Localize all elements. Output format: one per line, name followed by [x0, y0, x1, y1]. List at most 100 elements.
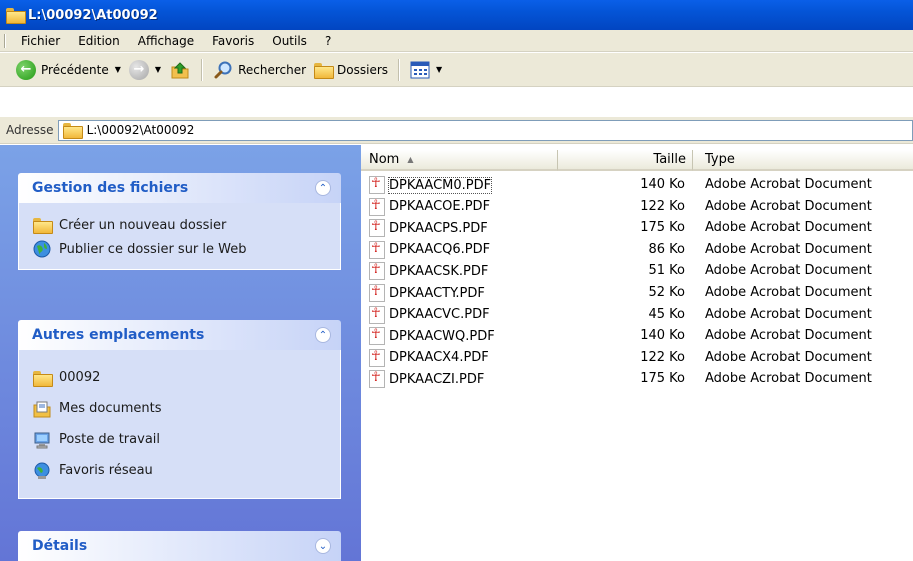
- expand-chevron-icon[interactable]: ⌄: [315, 538, 331, 554]
- menu-fichier[interactable]: Fichier: [12, 34, 69, 48]
- place-my-documents[interactable]: Mes documents: [33, 393, 330, 424]
- pdf-file-icon: [369, 348, 385, 367]
- file-size: 140 Ko: [640, 328, 685, 344]
- back-label: Précédente: [41, 62, 109, 77]
- up-folder-button[interactable]: [165, 57, 195, 83]
- task-new-folder[interactable]: Créer un nouveau dossier: [33, 213, 330, 237]
- folder-icon: [33, 370, 53, 387]
- column-header-type[interactable]: Type: [693, 150, 913, 171]
- details-header[interactable]: Détails ⌄: [18, 531, 341, 561]
- standard-toolbar: ← Précédente ▼ → ▼ Rechercher Dossiers ▼: [0, 53, 913, 87]
- folders-icon: [314, 62, 335, 79]
- place-my-documents-label: Mes documents: [59, 401, 162, 416]
- file-name: DPKAACQ6.PDF: [389, 242, 491, 258]
- address-bar: Adresse L:\00092\At00092: [0, 117, 913, 144]
- file-name-cell: DPKAACVC.PDF: [369, 305, 490, 324]
- search-icon: [214, 61, 232, 78]
- column-header-size[interactable]: Taille: [558, 150, 693, 171]
- other-places-title: Autres emplacements: [32, 327, 205, 343]
- file-name-cell: DPKAACZI.PDF: [369, 370, 485, 389]
- back-button[interactable]: ← Précédente ▼: [12, 57, 125, 83]
- place-00092[interactable]: 00092: [33, 362, 330, 393]
- network-icon: [34, 462, 50, 479]
- file-row[interactable]: DPKAACVC.PDF 45 Ko Adobe Acrobat Document: [361, 304, 913, 325]
- pdf-file-icon: [369, 176, 385, 194]
- collapse-chevron-icon[interactable]: ⌃: [315, 327, 331, 343]
- forward-button[interactable]: → ▼: [125, 57, 165, 83]
- file-row[interactable]: DPKAACWQ.PDF 140 Ko Adobe Acrobat Document: [361, 325, 913, 346]
- collapse-chevron-icon[interactable]: ⌃: [315, 180, 331, 196]
- folders-button[interactable]: Dossiers: [310, 57, 392, 83]
- file-size: 51 Ko: [648, 263, 685, 279]
- file-name: DPKAACVC.PDF: [389, 307, 490, 323]
- file-type: Adobe Acrobat Document: [705, 306, 872, 322]
- file-type: Adobe Acrobat Document: [705, 371, 872, 387]
- menu-help[interactable]: ?: [316, 34, 340, 48]
- file-name-cell: DPKAACQ6.PDF: [369, 240, 491, 259]
- toolbar-spacer: [0, 87, 913, 117]
- file-row[interactable]: DPKAACOE.PDF 122 Ko Adobe Acrobat Document: [361, 196, 913, 217]
- file-row[interactable]: DPKAACM0.PDF 140 Ko Adobe Acrobat Document: [361, 174, 913, 195]
- pdf-file-icon: [369, 197, 385, 216]
- pdf-file-icon: [369, 284, 385, 302]
- sort-ascending-icon: ▲: [407, 155, 414, 164]
- file-name: DPKAACPS.PDF: [389, 220, 488, 236]
- toolbar-separator: [201, 58, 204, 81]
- dropdown-arrow-icon[interactable]: ▼: [155, 65, 161, 74]
- file-size: 175 Ko: [640, 220, 685, 236]
- file-name: DPKAACZI.PDF: [389, 371, 485, 387]
- pdf-file-icon: [369, 327, 385, 346]
- file-tasks-body: Créer un nouveau dossier Publier ce doss…: [18, 203, 341, 270]
- globe-icon: [33, 240, 51, 258]
- file-row[interactable]: DPKAACZI.PDF 175 Ko Adobe Acrobat Document: [361, 368, 913, 389]
- toolbar-separator: [398, 58, 401, 81]
- column-type-label: Type: [705, 152, 735, 167]
- address-value: L:\00092\At00092: [86, 123, 195, 137]
- file-tasks-panel: Gestion des fichiers ⌃ Créer un nouveau …: [18, 173, 341, 270]
- menu-edition[interactable]: Edition: [69, 34, 129, 48]
- views-button[interactable]: ▼: [406, 57, 446, 83]
- menu-outils[interactable]: Outils: [263, 34, 316, 48]
- file-type: Adobe Acrobat Document: [705, 263, 872, 279]
- file-tasks-header[interactable]: Gestion des fichiers ⌃: [18, 173, 341, 203]
- file-size: 45 Ko: [648, 306, 685, 322]
- column-header-name[interactable]: Nom ▲: [361, 150, 558, 171]
- column-size-label: Taille: [653, 152, 686, 167]
- place-network[interactable]: Favoris réseau: [33, 455, 330, 486]
- other-places-header[interactable]: Autres emplacements ⌃: [18, 320, 341, 350]
- task-new-folder-label: Créer un nouveau dossier: [59, 217, 227, 233]
- file-row[interactable]: DPKAACSK.PDF 51 Ko Adobe Acrobat Document: [361, 260, 913, 281]
- file-row[interactable]: DPKAACX4.PDF 122 Ko Adobe Acrobat Document: [361, 347, 913, 368]
- menu-affichage[interactable]: Affichage: [129, 34, 203, 48]
- file-name-cell: DPKAACWQ.PDF: [369, 327, 495, 346]
- file-row[interactable]: DPKAACQ6.PDF 86 Ko Adobe Acrobat Document: [361, 239, 913, 260]
- window-title: L:\00092\At00092: [28, 7, 158, 23]
- place-00092-label: 00092: [59, 370, 101, 385]
- forward-arrow-icon: →: [128, 59, 149, 80]
- file-type: Adobe Acrobat Document: [705, 220, 872, 236]
- file-name-cell: DPKAACX4.PDF: [369, 348, 489, 367]
- menu-grip: [4, 34, 6, 48]
- new-folder-icon: [33, 218, 53, 234]
- file-name-cell: DPKAACM0.PDF: [369, 176, 493, 194]
- place-my-computer[interactable]: Poste de travail: [33, 424, 330, 455]
- file-size: 86 Ko: [648, 241, 685, 257]
- file-size: 175 Ko: [640, 371, 685, 387]
- menu-favoris[interactable]: Favoris: [203, 34, 263, 48]
- dropdown-arrow-icon[interactable]: ▼: [436, 65, 442, 74]
- address-label: Adresse: [6, 123, 54, 137]
- file-type: Adobe Acrobat Document: [705, 285, 872, 300]
- dropdown-arrow-icon[interactable]: ▼: [115, 65, 121, 74]
- address-input[interactable]: L:\00092\At00092: [57, 119, 913, 141]
- up-folder-icon: [171, 61, 189, 78]
- details-panel: Détails ⌄: [18, 531, 341, 561]
- file-tasks-title: Gestion des fichiers: [32, 180, 189, 196]
- back-arrow-icon: ←: [16, 59, 36, 80]
- search-button[interactable]: Rechercher: [209, 57, 310, 83]
- file-row[interactable]: DPKAACPS.PDF 175 Ko Adobe Acrobat Document: [361, 217, 913, 238]
- task-publish-web[interactable]: Publier ce dossier sur le Web: [33, 237, 330, 261]
- file-row[interactable]: DPKAACTY.PDF 52 Ko Adobe Acrobat Document: [361, 282, 913, 303]
- title-bar[interactable]: L:\00092\At00092: [0, 0, 913, 30]
- file-list: Nom ▲ Taille Type DPKAACM0.PDF 140 Ko Adob…: [361, 145, 913, 561]
- other-places-body: 00092 Mes documents Poste de travail Fav…: [18, 350, 341, 499]
